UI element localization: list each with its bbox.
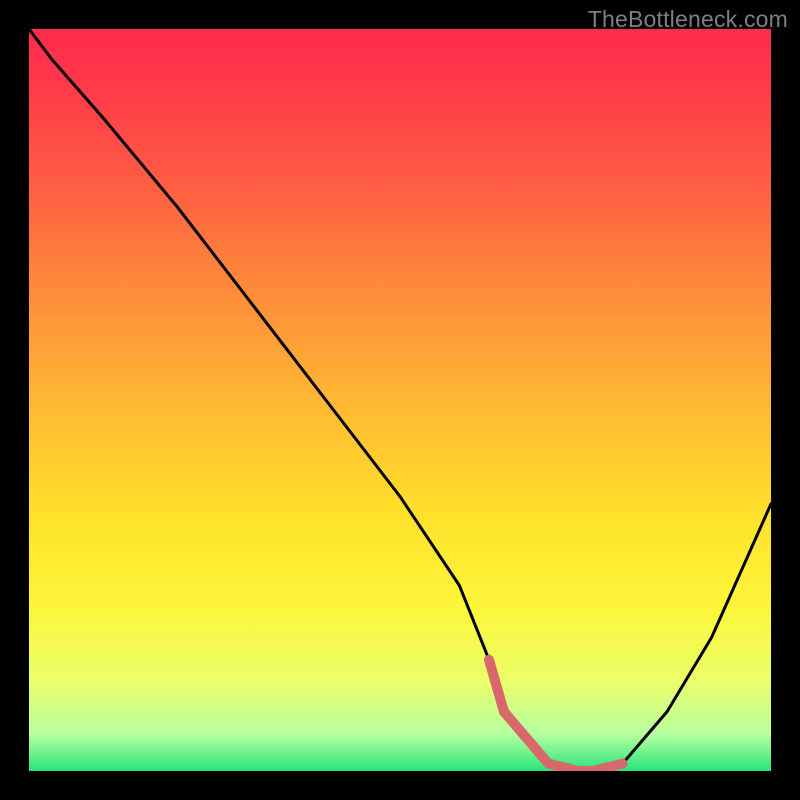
bottleneck-curve (29, 29, 771, 771)
optimal-range-highlight (489, 660, 623, 771)
watermark-text: TheBottleneck.com (588, 6, 788, 33)
chart-svg (29, 29, 771, 771)
chart-plot-area (29, 29, 771, 771)
